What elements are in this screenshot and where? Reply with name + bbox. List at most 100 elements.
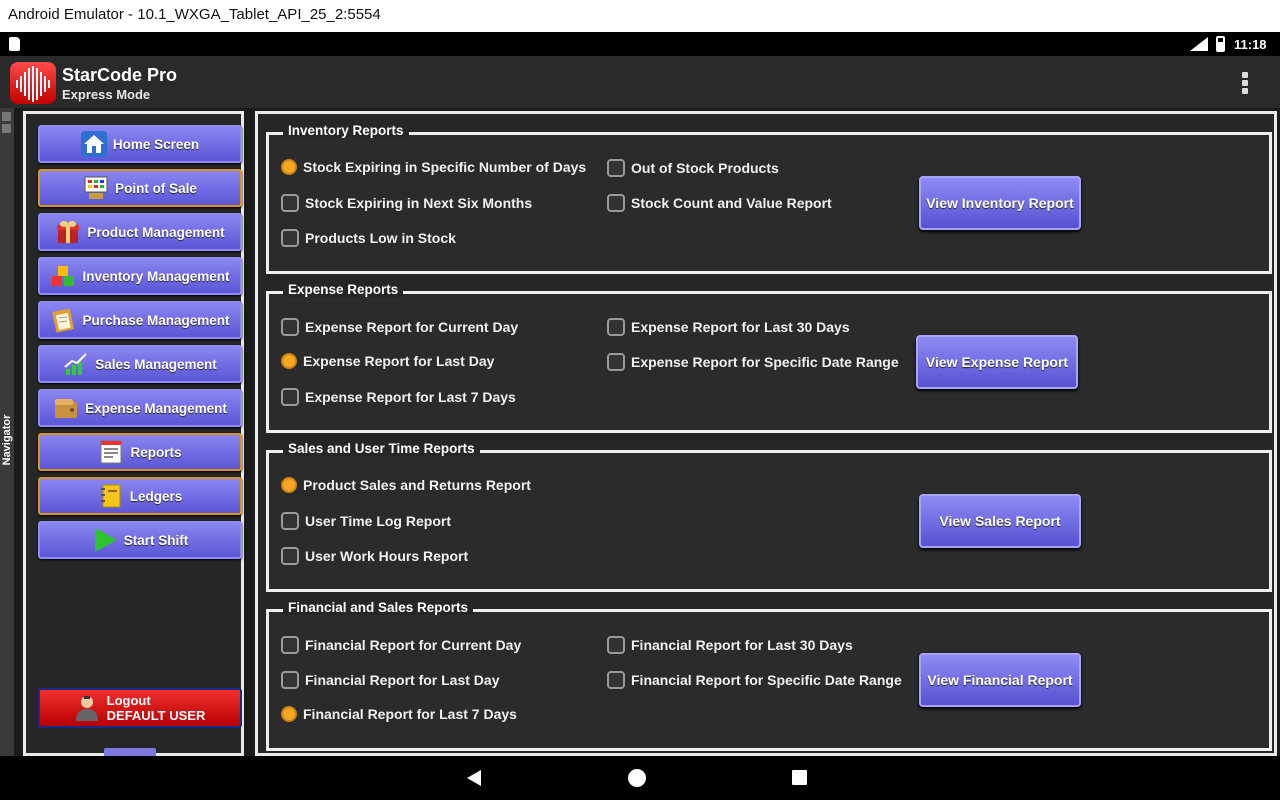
group-title: Expense Reports — [283, 282, 404, 297]
growth-chart-icon — [64, 353, 87, 375]
sidebar: Home Screen Point of Sale Product Manage… — [23, 111, 244, 756]
gift-box-icon — [57, 221, 80, 243]
option-financial-last-7-days[interactable]: Financial Report for Last 7 Days — [281, 706, 517, 722]
sidebar-item-label: Home Screen — [112, 136, 200, 152]
sidebar-item-label: Expense Management — [85, 400, 227, 416]
logout-label: Logout — [106, 693, 151, 708]
sidebar-item-inventory-management[interactable]: Inventory Management — [38, 257, 242, 295]
main-area: Navigator Home Screen Point of Sale Prod… — [0, 108, 1280, 756]
scroll-up-icon[interactable] — [2, 112, 11, 121]
checkbox[interactable] — [281, 318, 299, 336]
expense-reports-group: Expense Reports Expense Report for Curre… — [266, 282, 1272, 433]
checkbox[interactable] — [281, 671, 299, 689]
app-subtitle: Express Mode — [62, 87, 151, 102]
recents-icon[interactable] — [792, 770, 807, 785]
navigator-drawer-handle[interactable]: Navigator — [0, 108, 14, 756]
checkbox[interactable] — [281, 547, 299, 565]
sidebar-item-label: Product Management — [87, 224, 225, 240]
overflow-menu-icon[interactable] — [1234, 70, 1256, 96]
option-financial-current-day[interactable]: Financial Report for Current Day — [281, 636, 521, 654]
sidebar-item-reports[interactable]: Reports — [38, 433, 242, 471]
view-expense-report-button[interactable]: View Expense Report — [916, 335, 1078, 389]
wallet-icon — [55, 399, 78, 418]
scroll-down-icon[interactable] — [2, 124, 11, 133]
sidebar-item-home-screen[interactable]: Home Screen — [38, 125, 242, 163]
home-button-icon[interactable] — [628, 769, 646, 787]
signal-icon — [1190, 37, 1208, 51]
option-out-of-stock-products[interactable]: Out of Stock Products — [607, 159, 779, 177]
option-stock-expiring-six-months[interactable]: Stock Expiring in Next Six Months — [281, 194, 532, 212]
home-icon — [80, 131, 107, 157]
view-financial-report-button[interactable]: View Financial Report — [919, 653, 1081, 707]
checkbox[interactable] — [607, 194, 625, 212]
option-user-time-log[interactable]: User Time Log Report — [281, 512, 451, 530]
option-financial-last-day[interactable]: Financial Report for Last Day — [281, 671, 499, 689]
option-stock-count-and-value[interactable]: Stock Count and Value Report — [607, 194, 832, 212]
sidebar-item-label: Point of Sale — [115, 180, 197, 196]
selected-indicator-icon — [281, 706, 297, 722]
clipboard-icon — [52, 308, 75, 333]
reports-panel: Inventory Reports Stock Expiring in Spec… — [255, 111, 1277, 756]
inventory-reports-group: Inventory Reports Stock Expiring in Spec… — [266, 123, 1272, 274]
boxes-icon — [52, 266, 75, 286]
sidebar-item-purchase-management[interactable]: Purchase Management — [38, 301, 242, 339]
option-expense-last-day[interactable]: Expense Report for Last Day — [281, 353, 494, 369]
option-product-sales-returns[interactable]: Product Sales and Returns Report — [281, 477, 531, 493]
sidebar-item-product-management[interactable]: Product Management — [38, 213, 242, 251]
option-expense-current-day[interactable]: Expense Report for Current Day — [281, 318, 518, 336]
checkbox[interactable] — [607, 353, 625, 371]
selected-indicator-icon — [281, 353, 297, 369]
checkbox[interactable] — [607, 318, 625, 336]
ledger-icon — [100, 484, 121, 508]
sales-reports-group: Sales and User Time Reports Product Sale… — [266, 441, 1272, 592]
checkbox[interactable] — [281, 512, 299, 530]
option-financial-date-range[interactable]: Financial Report for Specific Date Range — [607, 671, 902, 689]
checkbox[interactable] — [607, 636, 625, 654]
emulator-window-title: Android Emulator - 10.1_WXGA_Tablet_API_… — [0, 0, 1280, 32]
app-title: StarCode Pro — [62, 65, 178, 85]
battery-icon — [1216, 36, 1225, 52]
option-expense-last-7-days[interactable]: Expense Report for Last 7 Days — [281, 388, 516, 406]
status-clock: 11:18 — [1234, 37, 1267, 52]
sidebar-item-point-of-sale[interactable]: Point of Sale — [38, 169, 242, 207]
sidebar-item-label: Ledgers — [129, 488, 183, 504]
option-user-work-hours[interactable]: User Work Hours Report — [281, 547, 468, 565]
cash-register-icon — [84, 176, 108, 199]
checkbox[interactable] — [281, 636, 299, 654]
sidebar-scroll-handle[interactable] — [104, 748, 156, 756]
sd-card-icon — [9, 37, 20, 51]
back-icon[interactable] — [467, 770, 481, 786]
sidebar-item-label: Start Shift — [123, 532, 189, 548]
view-inventory-report-button[interactable]: View Inventory Report — [919, 176, 1081, 230]
option-financial-last-30-days[interactable]: Financial Report for Last 30 Days — [607, 636, 853, 654]
checkbox[interactable] — [281, 229, 299, 247]
sidebar-item-expense-management[interactable]: Expense Management — [38, 389, 242, 427]
sidebar-item-label: Reports — [130, 444, 182, 460]
user-icon — [75, 696, 98, 721]
option-stock-expiring-specific-days[interactable]: Stock Expiring in Specific Number of Day… — [281, 159, 586, 175]
sidebar-item-sales-management[interactable]: Sales Management — [38, 345, 242, 383]
view-sales-report-button[interactable]: View Sales Report — [919, 494, 1081, 548]
checkbox[interactable] — [281, 388, 299, 406]
group-title: Inventory Reports — [283, 123, 409, 138]
logout-button[interactable]: Logout DEFAULT USER — [38, 688, 242, 728]
sidebar-item-start-shift[interactable]: Start Shift — [38, 521, 242, 559]
checkbox[interactable] — [281, 194, 299, 212]
sidebar-item-label: Purchase Management — [82, 312, 230, 328]
navigator-label: Navigator — [1, 414, 13, 466]
selected-indicator-icon — [281, 159, 297, 175]
option-expense-last-30-days[interactable]: Expense Report for Last 30 Days — [607, 318, 850, 336]
checkbox[interactable] — [607, 671, 625, 689]
sidebar-item-ledgers[interactable]: Ledgers — [38, 477, 242, 515]
selected-indicator-icon — [281, 477, 297, 493]
status-bar: 11:18 — [0, 32, 1280, 56]
option-products-low-in-stock[interactable]: Products Low in Stock — [281, 229, 456, 247]
checkbox[interactable] — [607, 159, 625, 177]
sidebar-item-label: Sales Management — [95, 356, 217, 372]
sidebar-item-label: Inventory Management — [82, 268, 230, 284]
report-icon — [100, 440, 122, 464]
android-navigation-bar — [0, 756, 1280, 800]
app-logo-icon — [10, 62, 56, 104]
option-expense-date-range[interactable]: Expense Report for Specific Date Range — [607, 353, 899, 371]
play-icon — [94, 528, 117, 552]
